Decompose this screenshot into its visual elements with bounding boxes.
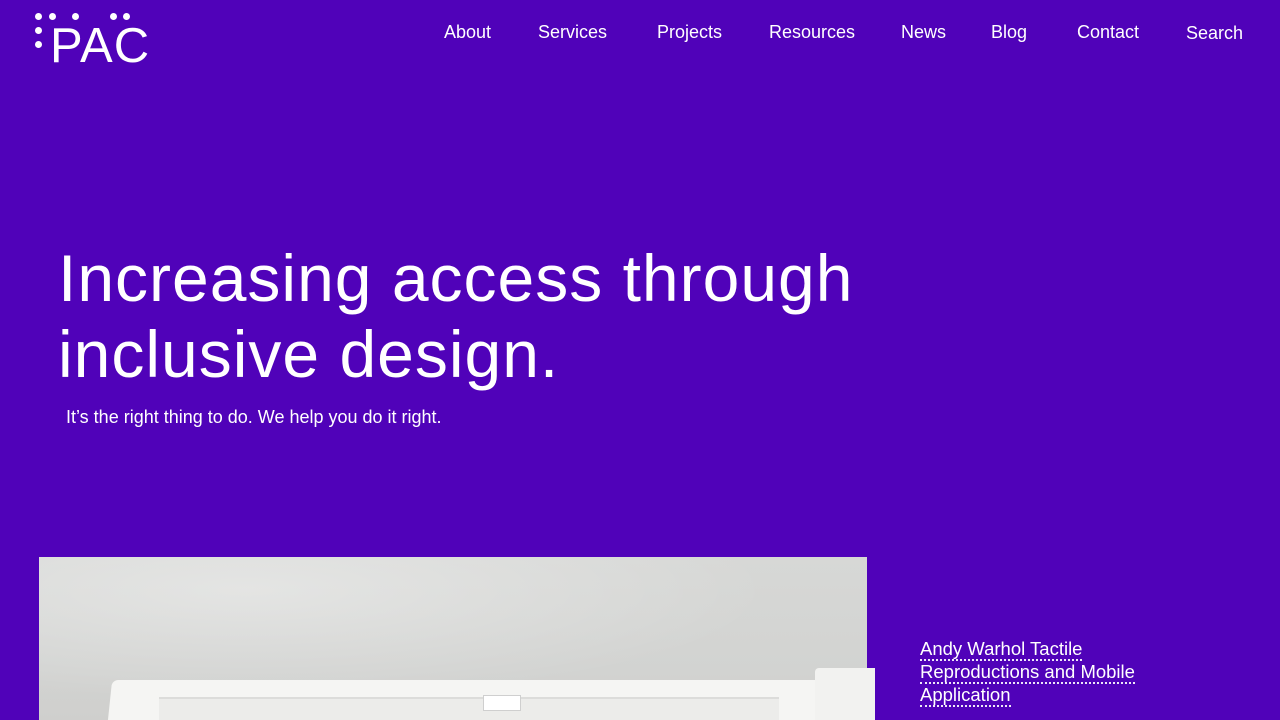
search-button[interactable]: Search (1186, 22, 1243, 44)
hero-title: Increasing access through inclusive desi… (58, 240, 938, 392)
nav-link-news[interactable]: News (901, 21, 946, 43)
hero-title-line-1: Increasing access through (58, 241, 854, 315)
nav-link-blog[interactable]: Blog (991, 21, 1027, 43)
featured-project-link[interactable]: Andy Warhol Tactile Reproductions and Mo… (920, 637, 1180, 707)
featured-project-image[interactable] (39, 557, 867, 720)
nav-link-contact[interactable]: Contact (1077, 21, 1139, 43)
nav-link-projects[interactable]: Projects (657, 21, 722, 43)
nav-link-services[interactable]: Services (538, 21, 607, 43)
logo-braille-dot (35, 41, 42, 48)
page: PAC About Services Projects Resources Ne… (0, 0, 1280, 720)
featured-project-link-text: Andy Warhol Tactile Reproductions and Mo… (920, 638, 1135, 707)
nav-link-about[interactable]: About (444, 21, 491, 43)
logo-braille-dot (35, 13, 42, 20)
logo-wordmark: PAC (50, 19, 151, 73)
hero-title-line-2: inclusive design. (58, 317, 560, 391)
display-case-label (483, 695, 521, 711)
hero-subtitle: It’s the right thing to do. We help you … (66, 407, 442, 427)
nav-link-resources[interactable]: Resources (769, 21, 855, 43)
adjacent-display-case (815, 668, 875, 720)
logo-braille-dot (35, 27, 42, 34)
site-logo[interactable]: PAC (33, 12, 151, 73)
